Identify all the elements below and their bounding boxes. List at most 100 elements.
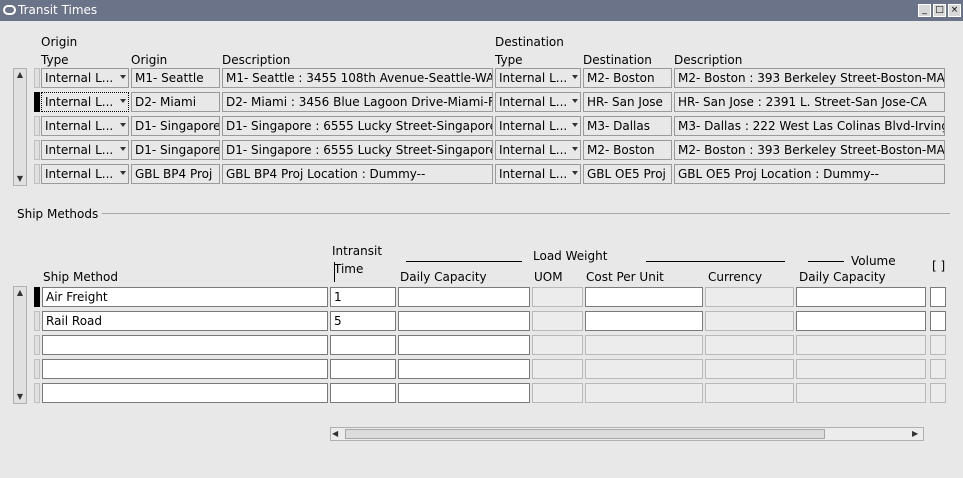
scroll-down-icon[interactable]: ▼ xyxy=(14,391,26,403)
top-block-scrollbar[interactable]: ▲ ▼ xyxy=(13,68,27,186)
row-indicator[interactable] xyxy=(34,359,40,379)
currency-field[interactable] xyxy=(705,287,794,307)
origin-type-select[interactable]: Internal L... xyxy=(41,68,129,88)
section-divider xyxy=(102,213,950,214)
daily-capacity-field[interactable] xyxy=(398,335,530,355)
uom-field[interactable] xyxy=(532,335,583,355)
origin-description-field[interactable]: M1- Seattle : 3455 108th Avenue-Seattle-… xyxy=(222,68,493,88)
intransit-time-field[interactable] xyxy=(330,359,396,379)
row-indicator[interactable] xyxy=(34,68,40,88)
dropdown-arrow-icon xyxy=(572,99,578,103)
origin-field[interactable]: M1- Seattle xyxy=(131,68,220,88)
origin-description-field[interactable]: D1- Singapore : 6555 Lucky Street-Singap… xyxy=(222,116,493,136)
folder-field[interactable] xyxy=(930,359,946,379)
destination-field[interactable]: M2- Boston xyxy=(583,68,672,88)
dest-description-field[interactable]: M2- Boston : 393 Berkeley Street-Boston-… xyxy=(674,68,945,88)
intransit-time-field[interactable] xyxy=(330,383,396,403)
row-indicator[interactable] xyxy=(34,311,40,331)
intransit-time-field[interactable]: 5 xyxy=(330,311,396,331)
row-indicator[interactable] xyxy=(34,116,40,136)
row-indicator[interactable] xyxy=(34,140,40,160)
minimize-icon[interactable]: _ xyxy=(918,4,931,17)
volume-daily-capacity-field[interactable] xyxy=(796,311,926,331)
origin-field[interactable]: GBL BP4 Proj xyxy=(131,164,220,184)
dest-type-header-line2: Type xyxy=(495,53,523,67)
origin-type-select[interactable]: Internal L... xyxy=(41,164,129,184)
row-indicator-current[interactable] xyxy=(34,92,40,112)
ship-methods-scrollbar[interactable]: ▲ ▼ xyxy=(13,286,27,404)
daily-capacity-field[interactable] xyxy=(398,383,530,403)
daily-capacity-field[interactable] xyxy=(398,311,530,331)
dest-description-field[interactable]: HR- San Jose : 2391 L. Street-San Jose-C… xyxy=(674,92,945,112)
ship-method-field[interactable]: Rail Road xyxy=(42,311,328,331)
dest-description-field[interactable]: M3- Dallas : 222 West Las Colinas Blvd-I… xyxy=(674,116,945,136)
currency-field[interactable] xyxy=(705,335,794,355)
destination-field[interactable]: HR- San Jose xyxy=(583,92,672,112)
origin-description-field[interactable]: GBL BP4 Proj Location : Dummy-- xyxy=(222,164,493,184)
row-indicator-current[interactable] xyxy=(34,287,40,307)
dest-description-field[interactable]: GBL OE5 Proj Location : Dummy-- xyxy=(674,164,945,184)
horizontal-scroll-thumb[interactable] xyxy=(345,429,825,439)
folder-field[interactable] xyxy=(930,335,946,355)
dest-type-select[interactable]: Internal L... xyxy=(495,68,581,88)
dest-type-select[interactable]: Internal L... xyxy=(495,92,581,112)
scroll-up-icon[interactable]: ▲ xyxy=(14,287,26,299)
folder-field[interactable] xyxy=(930,311,946,331)
close-icon[interactable]: × xyxy=(948,4,961,17)
volume-daily-capacity-field[interactable] xyxy=(796,287,926,307)
ship-method-field[interactable]: Air Freight xyxy=(42,287,328,307)
origin-type-select[interactable]: Internal L... xyxy=(41,140,129,160)
ship-method-field[interactable] xyxy=(42,359,328,379)
row-indicator[interactable] xyxy=(34,383,40,403)
dropdown-arrow-icon xyxy=(120,75,126,79)
intransit-time-field[interactable]: 1 xyxy=(330,287,396,307)
uom-field[interactable] xyxy=(532,311,583,331)
cost-per-unit-field[interactable] xyxy=(585,287,703,307)
currency-field[interactable] xyxy=(705,311,794,331)
cost-per-unit-field[interactable] xyxy=(585,335,703,355)
ship-method-field[interactable] xyxy=(42,383,328,403)
folder-field[interactable] xyxy=(930,383,946,403)
uom-field[interactable] xyxy=(532,287,583,307)
origin-field[interactable]: D1- Singapore xyxy=(131,116,220,136)
cost-per-unit-field[interactable] xyxy=(585,359,703,379)
uom-field[interactable] xyxy=(532,359,583,379)
cost-per-unit-field[interactable] xyxy=(585,383,703,403)
scroll-left-icon[interactable]: ◀ xyxy=(332,428,338,440)
volume-daily-capacity-field[interactable] xyxy=(796,335,926,355)
folder-field[interactable] xyxy=(930,287,946,307)
cost-per-unit-field[interactable] xyxy=(585,311,703,331)
uom-field[interactable] xyxy=(532,383,583,403)
horizontal-scrollbar[interactable]: ◀ ▶ xyxy=(330,427,924,441)
origin-description-field[interactable]: D2- Miami : 3456 Blue Lagoon Drive-Miami… xyxy=(222,92,493,112)
dest-type-select[interactable]: Internal L... xyxy=(495,116,581,136)
daily-capacity-field[interactable] xyxy=(398,287,530,307)
maximize-icon[interactable]: □ xyxy=(933,4,946,17)
destination-field[interactable]: M3- Dallas xyxy=(583,116,672,136)
title-bar: Transit Times _ □ × xyxy=(0,0,963,21)
volume-group-header: Volume xyxy=(851,254,896,268)
origin-field[interactable]: D1- Singapore xyxy=(131,140,220,160)
row-indicator[interactable] xyxy=(34,164,40,184)
scroll-down-icon[interactable]: ▼ xyxy=(14,173,26,185)
currency-field[interactable] xyxy=(705,359,794,379)
scroll-right-icon[interactable]: ▶ xyxy=(912,428,918,440)
intransit-time-field[interactable] xyxy=(330,335,396,355)
origin-description-field[interactable]: D1- Singapore : 6555 Lucky Street-Singap… xyxy=(222,140,493,160)
dest-type-select[interactable]: Internal L... xyxy=(495,140,581,160)
volume-daily-capacity-field[interactable] xyxy=(796,359,926,379)
dest-description-field[interactable]: M2- Boston : 393 Berkeley Street-Boston-… xyxy=(674,140,945,160)
volume-daily-capacity-field[interactable] xyxy=(796,383,926,403)
row-indicator[interactable] xyxy=(34,335,40,355)
origin-type-select[interactable]: Internal L... xyxy=(41,116,129,136)
origin-type-select[interactable]: Internal L... xyxy=(41,92,129,112)
folder-marker[interactable]: [ ] xyxy=(932,259,945,273)
ship-method-field[interactable] xyxy=(42,335,328,355)
destination-field[interactable]: GBL OE5 Proj xyxy=(583,164,672,184)
origin-field[interactable]: D2- Miami xyxy=(131,92,220,112)
dest-type-select[interactable]: Internal L... xyxy=(495,164,581,184)
currency-field[interactable] xyxy=(705,383,794,403)
scroll-up-icon[interactable]: ▲ xyxy=(14,69,26,81)
destination-field[interactable]: M2- Boston xyxy=(583,140,672,160)
daily-capacity-field[interactable] xyxy=(398,359,530,379)
